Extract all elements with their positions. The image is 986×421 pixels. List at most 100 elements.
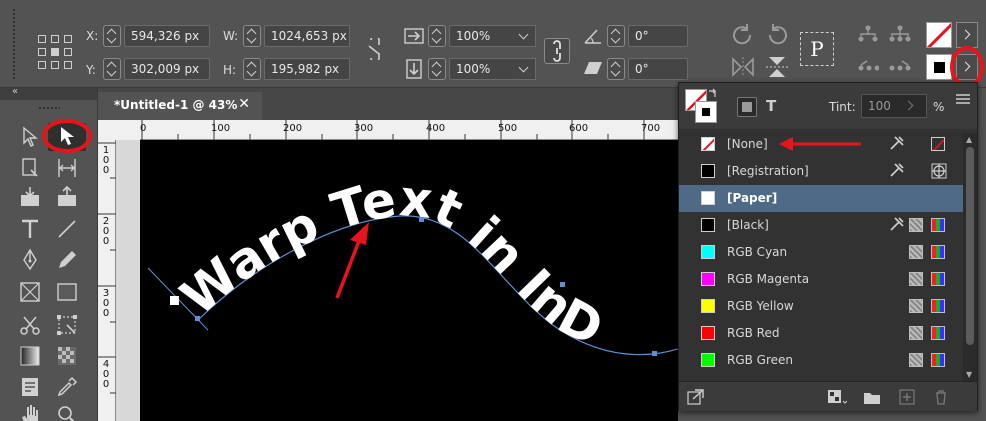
scroll-up-icon[interactable]: ▲ — [966, 135, 972, 144]
constrain-proportions-icon[interactable] — [365, 38, 383, 60]
x-field[interactable]: 594,326 px — [124, 25, 210, 47]
swatch-name: [Paper] — [727, 191, 778, 205]
swatches-scrollbar[interactable]: ▲ ▼ — [963, 133, 977, 381]
swatch-row-registration[interactable]: [Registration] — [679, 158, 963, 185]
toolbox-grip[interactable] — [38, 106, 60, 110]
anchor-point[interactable] — [195, 316, 200, 321]
horizontal-ruler[interactable]: 0 100 200 300 400 500 600 700 — [140, 120, 678, 140]
anchor-point[interactable] — [560, 282, 565, 287]
v-ruler-label: 3 0 0 — [102, 288, 110, 319]
line-tool-icon[interactable] — [55, 217, 79, 241]
rotate-cw-icon[interactable] — [730, 22, 756, 48]
w-field[interactable]: 1024,653 px — [264, 25, 350, 47]
show-swatch-kinds-icon[interactable] — [687, 389, 705, 405]
content-placer-icon[interactable] — [55, 185, 79, 209]
close-tab-icon[interactable]: ✕ — [238, 96, 250, 112]
swatch-row-paper[interactable]: [Paper] — [679, 185, 963, 212]
rotate-ccw-icon[interactable] — [764, 22, 790, 48]
swatch-views-icon[interactable] — [827, 389, 847, 405]
shear-stepper[interactable] — [607, 58, 625, 80]
swap-fill-stroke-icon[interactable] — [708, 88, 718, 98]
selection-tool-icon[interactable] — [18, 125, 42, 149]
tint-field[interactable]: 100 — [861, 94, 927, 118]
swatch-row-rgb-cyan[interactable]: RGB Cyan — [679, 239, 963, 266]
shear-field[interactable]: 0° — [628, 58, 688, 80]
w-stepper[interactable] — [243, 25, 261, 47]
vertical-ruler[interactable]: 1 0 0 2 0 0 3 0 0 4 0 0 — [98, 140, 116, 421]
scale-x-stepper[interactable] — [428, 25, 446, 47]
formatting-container-button[interactable] — [737, 97, 757, 117]
chevron-right-icon[interactable] — [903, 100, 914, 111]
x-stepper[interactable] — [103, 25, 121, 47]
content-collector-icon[interactable] — [18, 185, 42, 209]
h-field[interactable]: 195,982 px — [264, 58, 350, 80]
collapse-icon[interactable]: « — [12, 86, 18, 97]
scale-y-dropdown[interactable] — [514, 58, 536, 80]
free-transform-tool-icon[interactable] — [55, 313, 79, 337]
ruler-origin[interactable] — [98, 120, 140, 140]
toolbox-header[interactable]: « — [0, 86, 97, 100]
scale-x-field[interactable]: 100% — [449, 25, 515, 47]
process-color-icon — [909, 245, 923, 259]
document-canvas[interactable]: Warp Text in InD — [140, 140, 678, 421]
page-tool-icon[interactable] — [18, 156, 42, 180]
swatch-row-rgb-green[interactable]: RGB Green — [679, 347, 963, 374]
flip-horizontal-icon[interactable] — [730, 56, 756, 78]
tint-label: Tint: — [829, 100, 856, 114]
paragraph-indicator: P — [800, 32, 834, 66]
panel-grip[interactable] — [12, 8, 16, 80]
zoom-tool-icon[interactable] — [55, 403, 79, 421]
y-label: Y: — [86, 63, 96, 77]
swatch-row-rgb-magenta[interactable]: RGB Magenta — [679, 266, 963, 293]
y-stepper[interactable] — [103, 58, 121, 80]
h-ruler-label: 500 — [498, 123, 518, 134]
new-color-group-icon[interactable] — [863, 389, 881, 405]
document-tab[interactable]: *Untitled-1 @ 43% ✕ — [98, 92, 262, 120]
text-path-start-marker[interactable] — [170, 296, 179, 305]
h-stepper[interactable] — [243, 58, 261, 80]
select-next-icon[interactable] — [888, 58, 912, 78]
swatch-row-rgb-yellow[interactable]: RGB Yellow — [679, 293, 963, 320]
swatch-row-black[interactable]: [Black] — [679, 212, 963, 239]
select-content-icon[interactable] — [888, 24, 912, 44]
warped-text[interactable]: Warp Text in InD — [170, 169, 612, 358]
scale-y-field[interactable]: 100% — [449, 58, 515, 80]
anchor-point[interactable] — [419, 217, 424, 222]
scrollbar-thumb[interactable] — [966, 147, 974, 345]
rectangle-tool-icon[interactable] — [55, 280, 79, 304]
type-tool-icon[interactable] — [18, 217, 42, 241]
scroll-down-icon[interactable]: ▼ — [966, 370, 972, 379]
gap-tool-icon[interactable] — [55, 156, 79, 180]
constrain-scale-button[interactable] — [544, 38, 570, 64]
scale-y-stepper[interactable] — [428, 58, 446, 80]
rotate-stepper[interactable] — [607, 25, 625, 47]
scissors-tool-icon[interactable] — [18, 313, 42, 337]
eyedropper-tool-icon[interactable] — [55, 375, 79, 399]
swatch-row-rgb-red[interactable]: RGB Red — [679, 320, 963, 347]
note-tool-icon[interactable] — [18, 375, 42, 399]
stroke-swatch[interactable] — [926, 54, 952, 80]
delete-swatch-icon[interactable] — [933, 389, 949, 405]
select-previous-icon[interactable] — [857, 58, 879, 78]
scale-x-dropdown[interactable] — [514, 25, 536, 47]
h-ruler-label: 600 — [569, 123, 589, 134]
flip-vertical-icon[interactable] — [764, 55, 790, 79]
rotate-field[interactable]: 0° — [628, 25, 688, 47]
fill-none-swatch[interactable] — [926, 22, 952, 48]
rectangle-frame-tool-icon[interactable] — [18, 280, 42, 304]
gradient-feather-tool-icon[interactable] — [55, 344, 79, 368]
stroke-proxy[interactable] — [695, 101, 717, 123]
formatting-text-button[interactable]: T — [766, 97, 776, 115]
new-swatch-icon[interactable] — [899, 389, 915, 405]
pencil-tool-icon[interactable] — [55, 248, 79, 272]
gradient-swatch-tool-icon[interactable] — [18, 344, 42, 368]
swatch-row-none[interactable]: [None] — [679, 131, 963, 158]
reference-point-icon[interactable] — [38, 35, 72, 69]
panel-menu-icon[interactable] — [955, 93, 971, 105]
pen-tool-icon[interactable] — [18, 248, 42, 272]
anchor-point[interactable] — [652, 351, 657, 356]
select-container-icon[interactable] — [857, 24, 879, 44]
hand-tool-icon[interactable] — [18, 403, 42, 421]
fill-swatch-menu-button[interactable] — [956, 22, 978, 48]
y-field[interactable]: 302,009 px — [124, 58, 210, 80]
